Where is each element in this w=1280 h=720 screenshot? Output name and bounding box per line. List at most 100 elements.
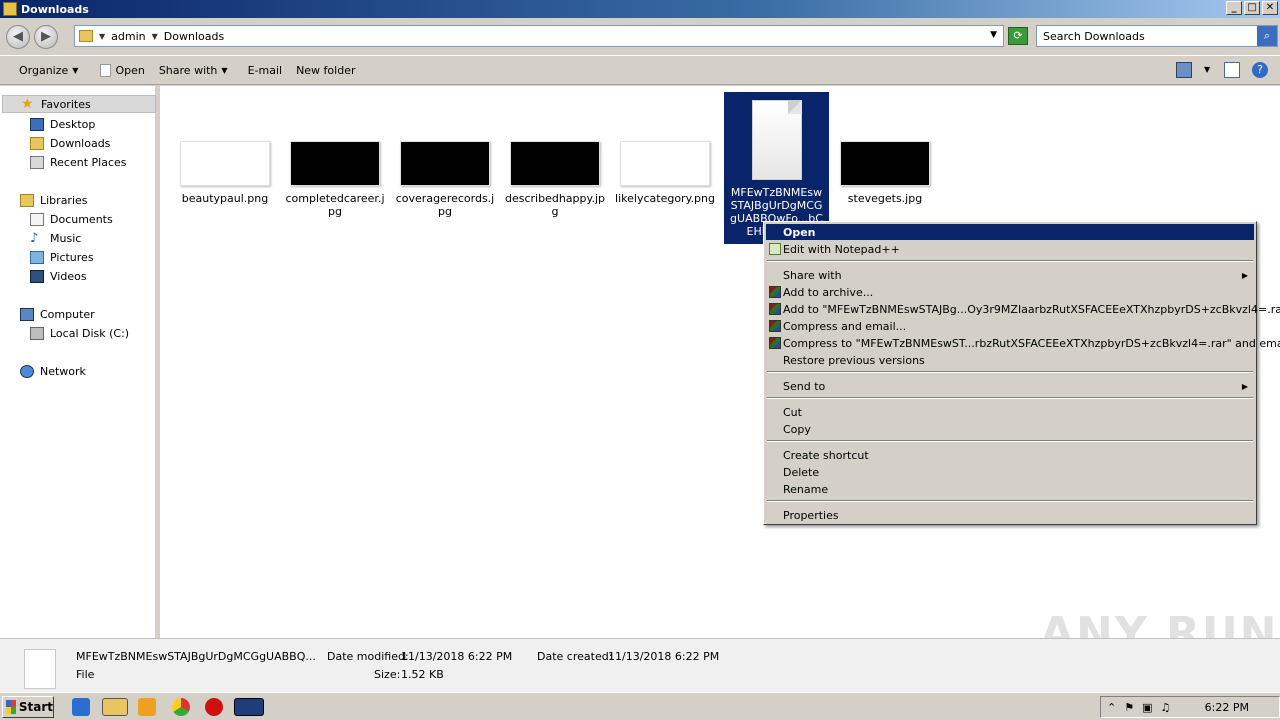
- organize-button[interactable]: Organize ▼: [12, 58, 85, 82]
- address-dropdown-icon[interactable]: ▼: [990, 30, 997, 40]
- chevron-right-icon: ▼: [151, 31, 158, 41]
- menu-item-delete[interactable]: Delete: [766, 464, 1254, 480]
- menu-item-rename[interactable]: Rename: [766, 481, 1254, 497]
- winrar-icon: [769, 337, 781, 349]
- nav-videos[interactable]: Videos: [30, 267, 87, 285]
- menu-label: Send to: [783, 379, 826, 393]
- submenu-arrow-icon: ▶: [1241, 381, 1248, 391]
- videos-icon: [30, 269, 44, 283]
- email-button[interactable]: E-mail: [241, 58, 290, 82]
- document-icon: [751, 100, 802, 180]
- share-with-button[interactable]: Share with ▼: [152, 58, 235, 82]
- opera-icon[interactable]: [205, 698, 223, 716]
- start-label: Start: [18, 700, 53, 714]
- refresh-button[interactable]: ⟳: [1008, 27, 1028, 45]
- forward-button[interactable]: ▶: [34, 25, 58, 49]
- menu-item-share-with[interactable]: Share with ▶: [766, 267, 1254, 283]
- search-input[interactable]: Search Downloads ⌕: [1036, 25, 1278, 47]
- menu-item-edit-notepadpp[interactable]: Edit with Notepad++: [766, 241, 1254, 257]
- file-name: describedhappy.jpg: [505, 192, 605, 218]
- nav-network[interactable]: Network: [20, 362, 86, 380]
- nav-local-disk[interactable]: Local Disk (C:): [30, 324, 129, 342]
- music-icon: ♪: [30, 230, 39, 246]
- nav-libraries[interactable]: Libraries: [20, 191, 88, 209]
- start-button[interactable]: Start: [2, 696, 54, 718]
- change-view-icon[interactable]: [1176, 62, 1192, 78]
- chrome-icon[interactable]: [172, 698, 190, 716]
- nav-computer[interactable]: Computer: [20, 305, 95, 323]
- submenu-arrow-icon: ▶: [1241, 270, 1248, 280]
- details-size-value: 1.52 KB: [401, 668, 444, 681]
- media-player-icon[interactable]: [138, 698, 156, 716]
- open-button[interactable]: Open: [93, 58, 151, 82]
- menu-item-add-archive[interactable]: Add to archive...: [766, 284, 1254, 300]
- taskbar: Start ⌃ ⚑ ▣ ♫ 6:22 PM: [0, 692, 1280, 720]
- notepad-taskbar-icon[interactable]: [234, 698, 264, 716]
- file-name: likelycategory.png: [615, 192, 715, 205]
- menu-item-send-to[interactable]: Send to ▶: [766, 378, 1254, 394]
- maximize-button[interactable]: □: [1244, 1, 1260, 15]
- help-icon[interactable]: ?: [1252, 62, 1268, 78]
- nav-recent-places[interactable]: Recent Places: [30, 153, 127, 171]
- winrar-icon: [769, 303, 781, 315]
- notepadpp-icon: [769, 243, 781, 255]
- clock[interactable]: 6:22 PM: [1205, 701, 1249, 714]
- new-folder-button[interactable]: New folder: [289, 58, 362, 82]
- internet-explorer-icon[interactable]: [72, 698, 90, 716]
- file-item[interactable]: describedhappy.jpg: [505, 141, 605, 218]
- back-button[interactable]: ◀: [6, 25, 30, 49]
- file-name: stevegets.jpg: [847, 192, 923, 205]
- desktop-icon: [30, 117, 44, 131]
- nav-label: Favorites: [41, 97, 91, 111]
- menu-item-compress-to-rar-email[interactable]: Compress to "MFEwTzBNMEswST...rbzRutXSFA…: [766, 335, 1280, 351]
- winrar-icon: [769, 320, 781, 332]
- details-modified-label: Date modified:: [327, 650, 409, 663]
- nav-favorites[interactable]: ★ Favorites: [2, 95, 156, 113]
- image-thumbnail: [510, 141, 600, 186]
- breadcrumb-admin[interactable]: admin: [111, 30, 145, 43]
- menu-separator: [767, 371, 1253, 373]
- view-dropdown-icon[interactable]: ▼: [1204, 62, 1212, 78]
- preview-pane-icon[interactable]: [1224, 62, 1240, 78]
- breadcrumb-downloads[interactable]: Downloads: [164, 30, 224, 43]
- file-item[interactable]: stevegets.jpg: [835, 141, 935, 205]
- menu-item-create-shortcut[interactable]: Create shortcut: [766, 447, 1254, 463]
- image-thumbnail: [620, 141, 710, 186]
- file-item[interactable]: likelycategory.png: [615, 141, 715, 205]
- search-icon[interactable]: ⌕: [1257, 26, 1277, 46]
- menu-item-properties[interactable]: Properties: [766, 507, 1254, 523]
- close-button[interactable]: ✕: [1262, 1, 1278, 15]
- menu-item-compress-email[interactable]: Compress and email...: [766, 318, 1254, 334]
- email-label: E-mail: [247, 63, 283, 77]
- menu-item-restore-versions[interactable]: Restore previous versions: [766, 352, 1254, 368]
- file-item[interactable]: beautypaul.png: [175, 141, 275, 205]
- flag-icon[interactable]: ⚑: [1124, 701, 1134, 714]
- file-name: completedcareer.jpg: [285, 192, 385, 218]
- network-tray-icon[interactable]: ▣: [1142, 701, 1152, 714]
- nav-desktop[interactable]: Desktop: [30, 115, 95, 133]
- nav-label: Computer: [40, 307, 95, 321]
- nav-downloads[interactable]: Downloads: [30, 134, 110, 152]
- details-created-value: 11/13/2018 6:22 PM: [608, 650, 720, 663]
- image-thumbnail: [290, 141, 380, 186]
- file-item[interactable]: coveragerecords.jpg: [395, 141, 495, 218]
- file-item[interactable]: completedcareer.jpg: [285, 141, 385, 218]
- menu-item-copy[interactable]: Copy: [766, 421, 1254, 437]
- menu-label: Cut: [783, 405, 802, 419]
- details-modified-value: 11/13/2018 6:22 PM: [401, 650, 513, 663]
- minimize-button[interactable]: _: [1226, 1, 1242, 15]
- volume-icon[interactable]: ♫: [1161, 701, 1171, 714]
- menu-item-add-to-rar[interactable]: Add to "MFEwTzBNMEswSTAJBg...Oy3r9MZIaar…: [766, 301, 1280, 317]
- nav-music[interactable]: ♪ Music: [30, 229, 81, 247]
- nav-pictures[interactable]: Pictures: [30, 248, 94, 266]
- open-label: Open: [115, 63, 145, 77]
- explorer-taskbar-icon[interactable]: [102, 698, 128, 716]
- menu-separator: [767, 440, 1253, 442]
- menu-item-cut[interactable]: Cut: [766, 404, 1254, 420]
- menu-item-open[interactable]: Open: [766, 224, 1254, 240]
- address-field[interactable]: ▼ admin ▼ Downloads ▼: [74, 25, 1004, 47]
- search-placeholder: Search Downloads: [1043, 29, 1145, 43]
- nav-documents[interactable]: Documents: [30, 210, 113, 228]
- tray-expand-icon[interactable]: ⌃: [1107, 701, 1116, 714]
- new-folder-label: New folder: [296, 63, 356, 77]
